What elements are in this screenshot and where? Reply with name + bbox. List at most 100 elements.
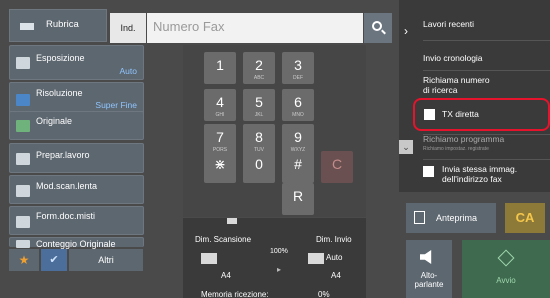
risoluzione-label: Risoluzione (36, 88, 83, 98)
anteprima-button[interactable]: Anteprima (406, 203, 496, 233)
key-4[interactable]: 4 GHI (204, 89, 236, 121)
original-icon (16, 120, 30, 132)
speaker-icon (420, 250, 432, 264)
key-digit: 4 (216, 94, 224, 110)
key-3[interactable]: 3 DEF (282, 52, 314, 84)
richiama-numero-item-line2[interactable]: di ricerca (423, 85, 457, 95)
avvio-label: Avvio (496, 276, 516, 285)
invia-stessa-checkbox[interactable] (423, 166, 434, 177)
key-letters: ABC (253, 75, 265, 81)
key-letters: JKL (254, 112, 264, 118)
key-digit: 8 (255, 129, 263, 145)
check-icon[interactable]: ✔ (41, 249, 67, 271)
lavori-recenti-title: Lavori recenti (423, 19, 475, 29)
ca-button[interactable]: CA (505, 203, 545, 233)
key-digit: 7 (216, 129, 224, 145)
invio-cronologia-item[interactable]: Invio cronologia (423, 53, 483, 63)
invia-stessa-label-line2: dell'indirizzo fax (442, 174, 502, 184)
tx-diretta-checkbox[interactable] (424, 109, 435, 120)
slow-scan-icon (16, 185, 30, 197)
conteggio-originale-button[interactable]: Conteggio Originale (9, 237, 144, 249)
auto-value: Auto (326, 253, 343, 262)
preview-icon (414, 211, 425, 224)
key-clear[interactable]: C (321, 151, 353, 183)
scan-paper-icon (201, 253, 217, 264)
conteggio-originale-label: Conteggio Originale (36, 239, 116, 249)
richiama-numero-item[interactable]: Richiama numero (423, 75, 490, 85)
exposure-icon (16, 57, 30, 69)
key-letters: GHI (215, 112, 225, 118)
star-icon[interactable]: ★ (9, 249, 39, 271)
divider (423, 40, 550, 41)
key-symbol: R (292, 188, 304, 204)
rubrica-label: Rubrica (46, 19, 79, 30)
altri-button[interactable]: Altri (69, 249, 143, 271)
avvio-button[interactable]: Avvio (462, 240, 550, 298)
prepar-lavoro-label: Prepar.lavoro (36, 150, 90, 160)
key-digit: 6 (294, 94, 302, 110)
key-hash[interactable]: # (282, 151, 314, 183)
search-button[interactable] (364, 13, 392, 43)
chevron-right-icon[interactable]: › (404, 24, 408, 38)
invia-stessa-label: Invia stessa immag. (442, 164, 518, 174)
dim-scansione-label: Dim. Scansione (195, 235, 252, 244)
richiamo-programma-sub: Richiamo impostaz. registrate (423, 146, 489, 152)
form-doc-misti-button[interactable]: Form.doc.misti (9, 206, 144, 235)
key-1[interactable]: 1 (204, 52, 236, 84)
mod-scan-lenta-button[interactable]: Mod.scan.lenta (9, 175, 144, 204)
search-icon-handle (381, 29, 386, 35)
fax-number-input[interactable]: Numero Fax (147, 13, 363, 43)
esposizione-button[interactable]: Esposizione Auto (9, 45, 144, 80)
esposizione-value: Auto (119, 66, 138, 76)
key-2[interactable]: 2 ABC (243, 52, 275, 84)
esposizione-label: Esposizione (36, 53, 85, 63)
key-digit: 0 (255, 156, 263, 172)
key-digit: 1 (216, 57, 224, 73)
resolution-icon (16, 94, 30, 106)
key-digit: 9 (294, 129, 302, 145)
mod-scan-lenta-label: Mod.scan.lenta (36, 181, 98, 191)
job-build-icon (16, 153, 30, 165)
altoparlante-button[interactable]: Alto-parlante (406, 240, 452, 298)
key-r[interactable]: R (282, 183, 314, 215)
key-symbol: C (331, 156, 343, 172)
originale-button[interactable]: Originale (9, 111, 144, 140)
key-5[interactable]: 5 JKL (243, 89, 275, 121)
originale-label: Originale (36, 116, 73, 126)
form-doc-misti-label: Form.doc.misti (36, 211, 96, 221)
ratio-value: 100% (270, 248, 288, 255)
mixed-size-icon (16, 216, 30, 228)
altoparlante-label: Alto-parlante (406, 271, 452, 289)
divider (423, 159, 550, 160)
key-letters: DEF (293, 75, 303, 81)
key-digit: 2 (255, 57, 263, 73)
anteprima-label: Anteprima (436, 213, 478, 223)
key-6[interactable]: 6 MNO (282, 89, 314, 121)
key-pause[interactable]: ⋇ (204, 151, 236, 183)
key-0[interactable]: 0 (243, 151, 275, 183)
key-digit: 5 (255, 94, 263, 110)
chevron-down-icon[interactable]: ⌄ (399, 140, 413, 154)
risoluzione-value: Super Fine (95, 100, 137, 110)
ind-button[interactable]: Ind. (110, 13, 146, 43)
start-icon (497, 249, 515, 267)
tx-diretta-option[interactable]: TX diretta (413, 98, 550, 131)
key-symbol: ⋇ (214, 156, 226, 172)
arrow-right-icon: ▸ (277, 265, 282, 274)
tx-diretta-label: TX diretta (442, 109, 479, 119)
rubrica-button[interactable]: Rubrica (9, 9, 107, 42)
memoria-value: 0% (318, 290, 330, 298)
scanner-icon (227, 218, 237, 224)
dim-invio-label: Dim. Invio (316, 235, 352, 244)
keypad: 1 2 ABC 3 DEF 4 GHI 5 JKL 6 MNO 7 PQRS 8 TUV 9W… (183, 45, 366, 217)
prepar-lavoro-button[interactable]: Prepar.lavoro (9, 143, 144, 173)
send-paper-icon (308, 253, 324, 264)
address-book-icon (20, 23, 34, 30)
count-icon (16, 240, 30, 248)
key-digit: 3 (294, 57, 302, 73)
altoparlante-line2: parlante (414, 280, 444, 289)
key-symbol: # (294, 156, 302, 172)
richiamo-programma-item[interactable]: Richiamo programma (423, 134, 504, 144)
memoria-label: Memoria ricezione: (201, 290, 269, 298)
divider (423, 70, 550, 71)
